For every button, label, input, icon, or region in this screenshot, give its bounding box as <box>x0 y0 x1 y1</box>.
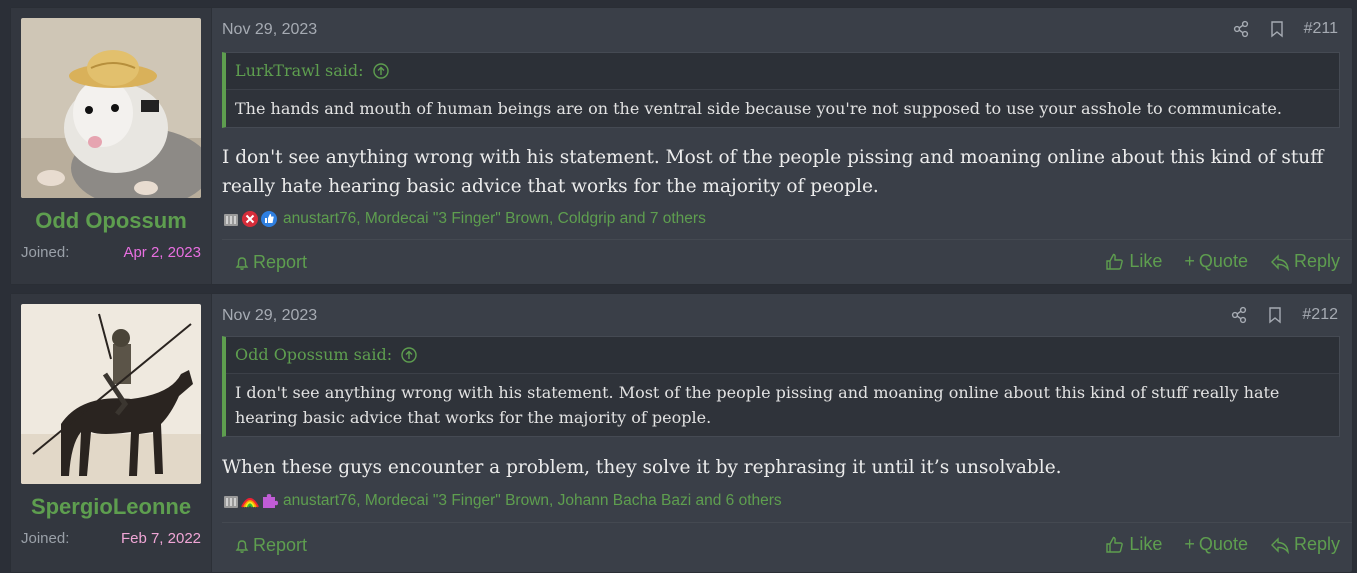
blockquote: Odd Opossum said: I don't see anything w… <box>222 336 1340 437</box>
reaction-dumpster-icon <box>222 492 240 510</box>
quote-header[interactable]: LurkTrawl said: <box>226 53 1339 90</box>
reactions-text[interactable]: anustart76, Mordecai "3 Finger" Brown, C… <box>283 210 706 228</box>
like-button[interactable]: Like <box>1105 534 1162 555</box>
reply-arrow-icon <box>1270 253 1289 271</box>
share-icon[interactable] <box>1230 306 1248 324</box>
joined-label: Joined: <box>21 530 70 547</box>
bookmark-icon[interactable] <box>1268 20 1286 38</box>
reply-arrow-icon <box>1270 536 1289 554</box>
message-body: I don't see anything wrong with his stat… <box>222 147 1324 197</box>
reply-button[interactable]: Reply <box>1270 251 1340 272</box>
user-info: SpergioLeonne Joined: Feb 7, 2022 <box>11 294 212 572</box>
thumbs-up-icon <box>1106 253 1124 270</box>
reactions-text[interactable]: anustart76, Mordecai "3 Finger" Brown, J… <box>283 492 782 510</box>
joined-date: Feb 7, 2022 <box>120 530 201 547</box>
post-content: Nov 29, 2023 #211 LurkTrawl said: The ha… <box>222 8 1352 284</box>
reaction-puzzle-icon <box>260 492 278 510</box>
post-number[interactable]: #212 <box>1302 306 1338 324</box>
user-info: Odd Opossum Joined: Apr 2, 2023 <box>11 8 212 284</box>
blockquote: LurkTrawl said: The hands and mouth of h… <box>222 52 1340 128</box>
quote-button[interactable]: + Quote <box>1184 534 1248 555</box>
reactions-bar[interactable]: anustart76, Mordecai "3 Finger" Brown, C… <box>222 210 706 228</box>
post-date[interactable]: Nov 29, 2023 <box>222 307 317 325</box>
username[interactable]: Odd Opossum <box>11 208 211 234</box>
plus-icon[interactable]: + <box>1184 251 1195 272</box>
quote-text: I don't see anything wrong with his stat… <box>235 383 1280 427</box>
joined-date: Apr 2, 2023 <box>123 244 201 261</box>
post-212: SpergioLeonne Joined: Feb 7, 2022 Nov 29… <box>10 293 1353 573</box>
post-content: Nov 29, 2023 #212 Odd Opossum said: I do… <box>222 294 1352 572</box>
like-button[interactable]: Like <box>1105 251 1162 272</box>
action-buttons: Like + Quote Reply <box>1105 534 1340 555</box>
username[interactable]: SpergioLeonne <box>11 494 211 520</box>
action-buttons: Like + Quote Reply <box>1105 251 1340 272</box>
plus-icon[interactable]: + <box>1184 534 1195 555</box>
thumbs-up-icon <box>1106 536 1124 553</box>
reactions-bar[interactable]: anustart76, Mordecai "3 Finger" Brown, J… <box>222 492 782 510</box>
arrow-up-circle-icon[interactable] <box>401 340 417 363</box>
quote-author[interactable]: LurkTrawl said: <box>235 61 364 80</box>
arrow-up-circle-icon[interactable] <box>372 56 389 79</box>
post-211: Odd Opossum Joined: Apr 2, 2023 Nov 29, … <box>10 7 1353 285</box>
share-icon[interactable] <box>1232 20 1250 38</box>
quote-header[interactable]: Odd Opossum said: <box>226 337 1339 374</box>
bell-icon <box>235 539 249 553</box>
bookmark-icon[interactable] <box>1266 306 1284 324</box>
report-button[interactable]: Report <box>234 252 307 273</box>
post-actions: Report Like + Quote Reply <box>222 522 1352 567</box>
message-body: When these guys encounter a problem, the… <box>222 457 1062 478</box>
post-tools: #211 <box>1232 20 1338 38</box>
avatar[interactable] <box>21 304 201 484</box>
report-button[interactable]: Report <box>234 535 307 556</box>
avatar[interactable] <box>21 18 201 198</box>
reaction-like-icon <box>260 210 278 228</box>
joined-label: Joined: <box>21 244 70 261</box>
post-actions: Report Like + Quote Reply <box>222 239 1352 284</box>
reply-button[interactable]: Reply <box>1270 534 1340 555</box>
reaction-dumpster-icon <box>222 210 240 228</box>
bell-icon <box>235 256 249 270</box>
quote-button[interactable]: + Quote <box>1184 251 1248 272</box>
post-date[interactable]: Nov 29, 2023 <box>222 21 317 39</box>
quote-author[interactable]: Odd Opossum said: <box>235 345 392 364</box>
reaction-rainbow-icon <box>241 492 259 510</box>
post-number[interactable]: #211 <box>1304 20 1338 38</box>
reaction-x-icon <box>241 210 259 228</box>
quote-text: The hands and mouth of human beings are … <box>235 99 1282 118</box>
post-tools: #212 <box>1230 306 1338 324</box>
